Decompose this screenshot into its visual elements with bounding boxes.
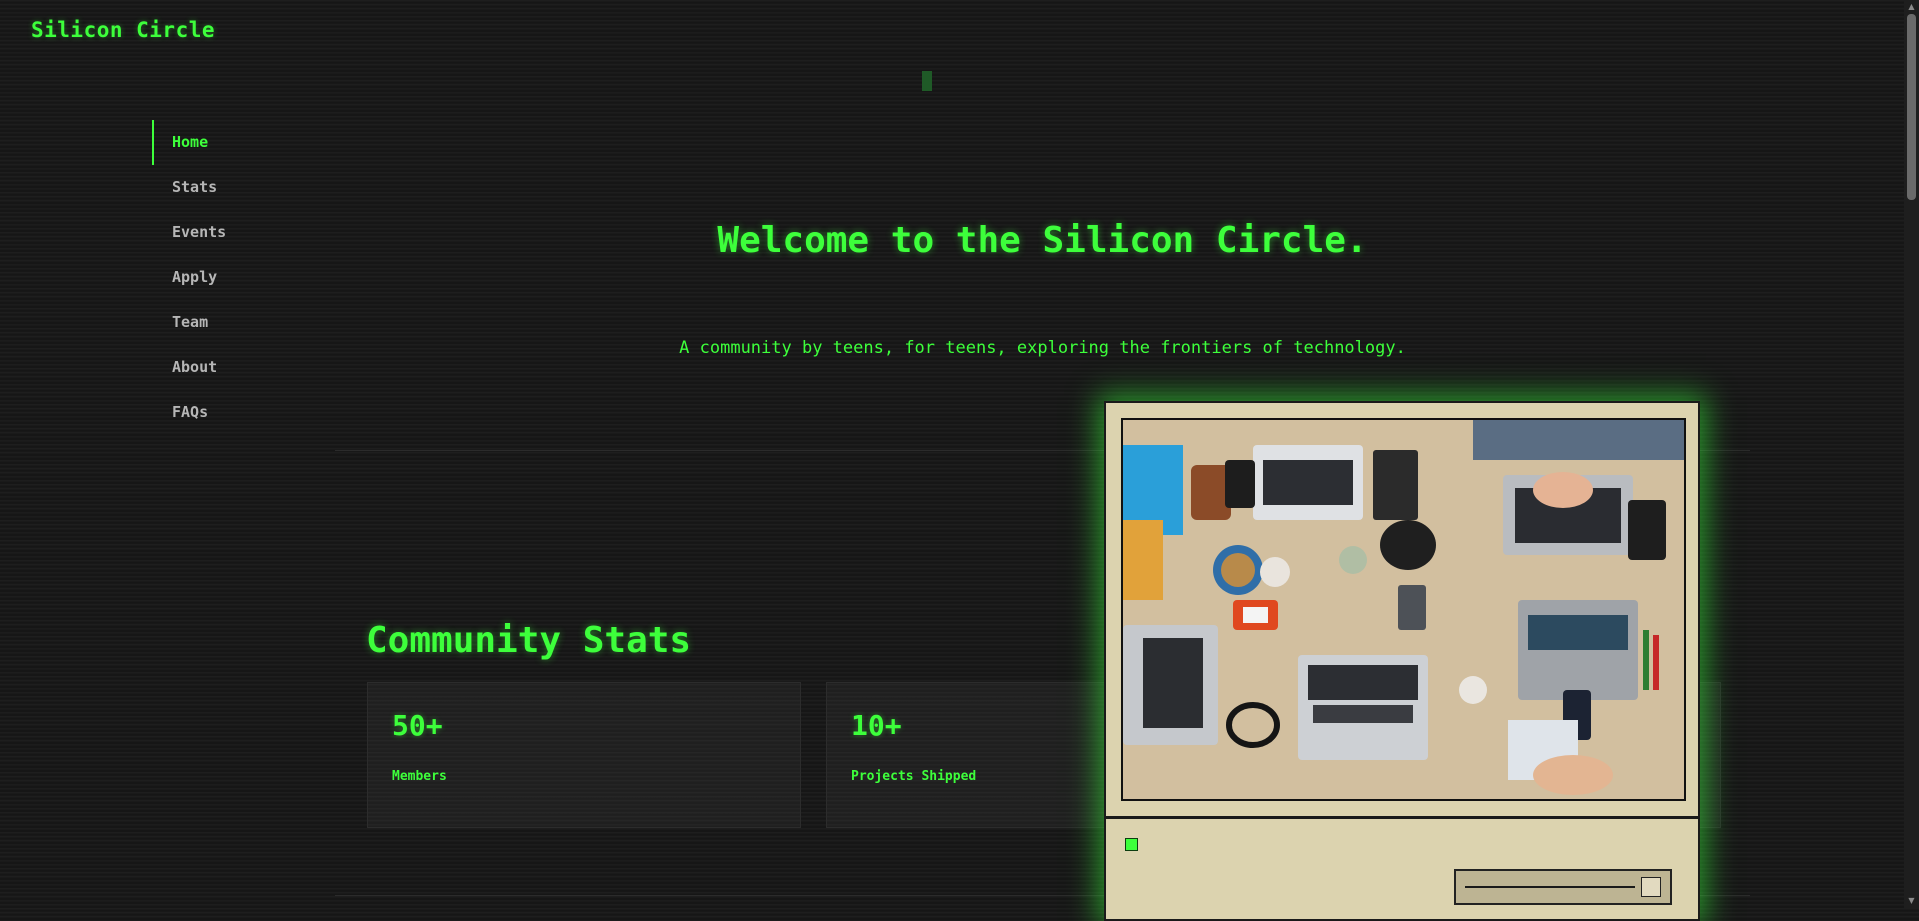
nav-item-home[interactable]: Home: [152, 120, 272, 165]
retro-screen-photo: [1121, 418, 1686, 801]
stat-label: Members: [392, 769, 447, 784]
disk-slit: [1465, 886, 1635, 888]
eject-button[interactable]: [1641, 877, 1661, 897]
floppy-disk-slot: [1454, 869, 1672, 905]
laptop-bottom-right: [1518, 600, 1638, 700]
power-led-icon: [1125, 838, 1138, 851]
stat-card-members: 50+ Members: [367, 682, 801, 828]
hero-subtitle: A community by teens, for teens, explori…: [679, 338, 1406, 358]
desk-photo-illustration: [1123, 420, 1684, 799]
side-nav: Home Stats Events Apply Team About FAQs: [152, 120, 272, 435]
laptop-bottom-left: [1123, 625, 1218, 745]
stat-value: 10+: [851, 709, 902, 742]
stat-value: 50+: [392, 709, 443, 742]
retro-computer-frame: [1104, 401, 1700, 921]
scrollbar-thumb[interactable]: [1907, 14, 1916, 200]
nav-item-faqs[interactable]: FAQs: [152, 390, 272, 435]
stat-label: Projects Shipped: [851, 769, 977, 784]
scroll-up-arrow-icon[interactable]: ▲: [1904, 0, 1919, 14]
stats-section-title: Community Stats: [366, 620, 692, 661]
page-scrollbar[interactable]: ▲ ▼: [1904, 0, 1919, 908]
laptop-top: [1253, 445, 1363, 520]
retro-panel-divider: [1106, 816, 1698, 819]
scroll-down-arrow-icon[interactable]: ▼: [1904, 894, 1919, 908]
site-brand[interactable]: Silicon Circle: [31, 18, 215, 42]
nav-item-apply[interactable]: Apply: [152, 255, 272, 300]
blinking-cursor: [922, 71, 932, 91]
laptop-bottom-center: [1298, 655, 1428, 760]
hero-title: Welcome to the Silicon Circle.: [717, 220, 1368, 261]
nav-item-stats[interactable]: Stats: [152, 165, 272, 210]
